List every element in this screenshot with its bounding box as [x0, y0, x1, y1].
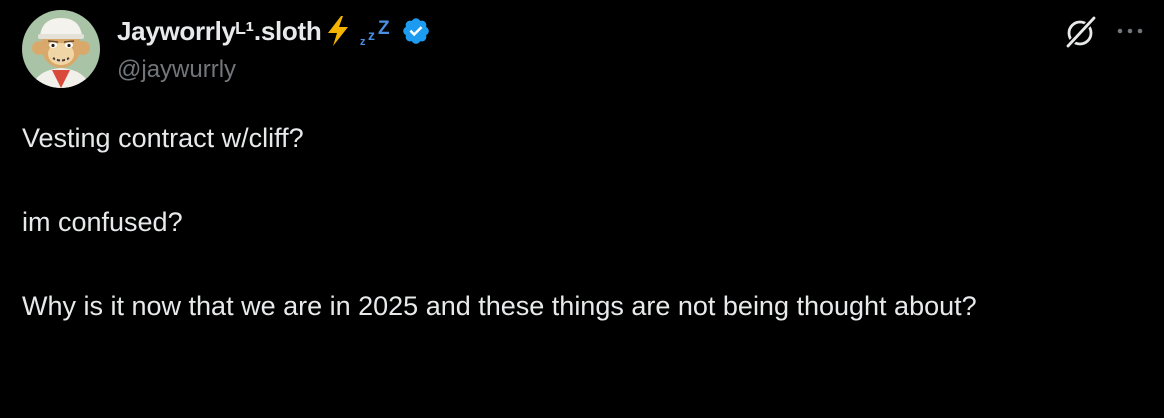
ape-avatar-image — [22, 10, 100, 88]
svg-text:z: z — [360, 36, 366, 48]
svg-text:z: z — [368, 27, 375, 43]
tweet-line: im confused? — [22, 207, 183, 237]
tweet: Jayworrlyᴸ¹.sloth z z Z @jaywurrly Vesti… — [0, 0, 1164, 418]
tweet-line: Why is it now that we are in 2025 and th… — [22, 291, 977, 321]
svg-text:Z: Z — [378, 18, 390, 39]
verified-icon[interactable] — [401, 16, 431, 46]
author-name-row: Jayworrlyᴸ¹.sloth z z Z — [117, 12, 431, 50]
more-icon[interactable] — [1113, 18, 1147, 44]
zzz-icon: z z Z — [360, 18, 390, 48]
tweet-line: Vesting contract w/cliff? — [22, 123, 304, 153]
grok-icon[interactable] — [1063, 14, 1099, 50]
tweet-text: Vesting contract w/cliff? im confused? W… — [22, 120, 1147, 324]
display-name[interactable]: Jayworrlyᴸ¹.sloth — [117, 16, 322, 47]
bolt-icon — [328, 16, 349, 46]
author-handle[interactable]: @jaywurrly — [117, 56, 236, 84]
avatar[interactable] — [22, 10, 100, 88]
